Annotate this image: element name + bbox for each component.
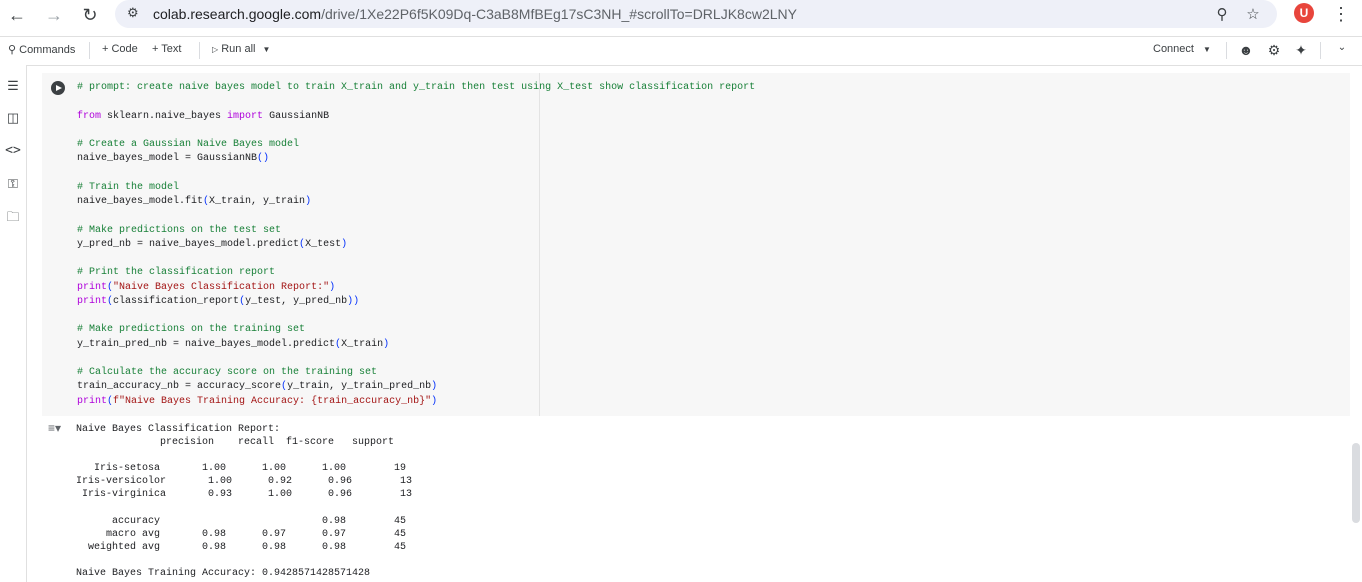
run-cell-button[interactable]	[51, 81, 65, 95]
browser-menu-icon[interactable]: ⋮	[1332, 3, 1350, 25]
toolbar-divider	[199, 42, 200, 59]
secrets-key-icon[interactable]: ⚿	[4, 175, 22, 193]
toolbar-divider	[1226, 42, 1227, 59]
code-editor[interactable]: # prompt: create naive bayes model to tr…	[77, 81, 755, 409]
add-code-button[interactable]: + Code	[102, 43, 138, 55]
collapse-chevron-icon[interactable]: ⌄	[1333, 42, 1351, 60]
site-info-icon[interactable]: ⚙	[127, 5, 143, 21]
table-of-contents-icon[interactable]: ☰	[4, 77, 22, 95]
forward-arrow-icon[interactable]: →	[42, 3, 66, 27]
address-bar[interactable]: ⚙ colab.research.google.com/drive/1Xe22P…	[115, 0, 1277, 28]
zoom-icon[interactable]: ⚲	[1213, 5, 1231, 23]
code-snippets-icon[interactable]: <>	[4, 142, 22, 160]
code-cell[interactable]: # prompt: create naive bayes model to tr…	[42, 73, 1350, 416]
search-icon: ⚲	[8, 44, 17, 56]
chevron-down-icon[interactable]: ▼	[1203, 45, 1211, 54]
toolbar-divider	[1320, 42, 1321, 59]
cell-output: Naive Bayes Classification Report: preci…	[76, 424, 413, 580]
scrollbar[interactable]	[1352, 443, 1360, 523]
connect-button[interactable]: Connect ▼	[1153, 43, 1211, 55]
gemini-sparkle-icon[interactable]: ✦	[1292, 42, 1310, 60]
toolbar-divider	[89, 42, 90, 59]
bookmark-star-icon[interactable]: ☆	[1244, 5, 1262, 23]
add-text-button[interactable]: + Text	[152, 43, 181, 55]
url-text[interactable]: colab.research.google.com/drive/1Xe22P6f…	[153, 6, 797, 22]
browser-toolbar: ← → ↻ ⚙ colab.research.google.com/drive/…	[0, 0, 1362, 30]
run-all-button[interactable]: ▷ Run all ▼	[212, 43, 270, 55]
colab-toolbar: ⚲ Commands + Code + Text ▷ Run all ▼ Con…	[0, 36, 1362, 66]
commands-button[interactable]: ⚲ Commands	[8, 43, 75, 56]
play-icon: ▷	[212, 45, 219, 54]
output-actions-icon[interactable]: ≡▾	[48, 421, 66, 435]
back-arrow-icon[interactable]: ←	[5, 3, 29, 27]
left-sidebar: ☰ ◫ <> ⚿ 🗀	[0, 65, 27, 582]
reload-icon[interactable]: ↻	[78, 3, 102, 27]
profile-avatar[interactable]: U	[1294, 3, 1314, 23]
share-people-icon[interactable]: ☻	[1237, 42, 1255, 60]
settings-gear-icon[interactable]: ⚙	[1265, 42, 1283, 60]
chevron-down-icon[interactable]: ▼	[263, 45, 271, 54]
find-replace-icon[interactable]: ◫	[4, 109, 22, 127]
files-folder-icon[interactable]: 🗀	[4, 208, 22, 226]
